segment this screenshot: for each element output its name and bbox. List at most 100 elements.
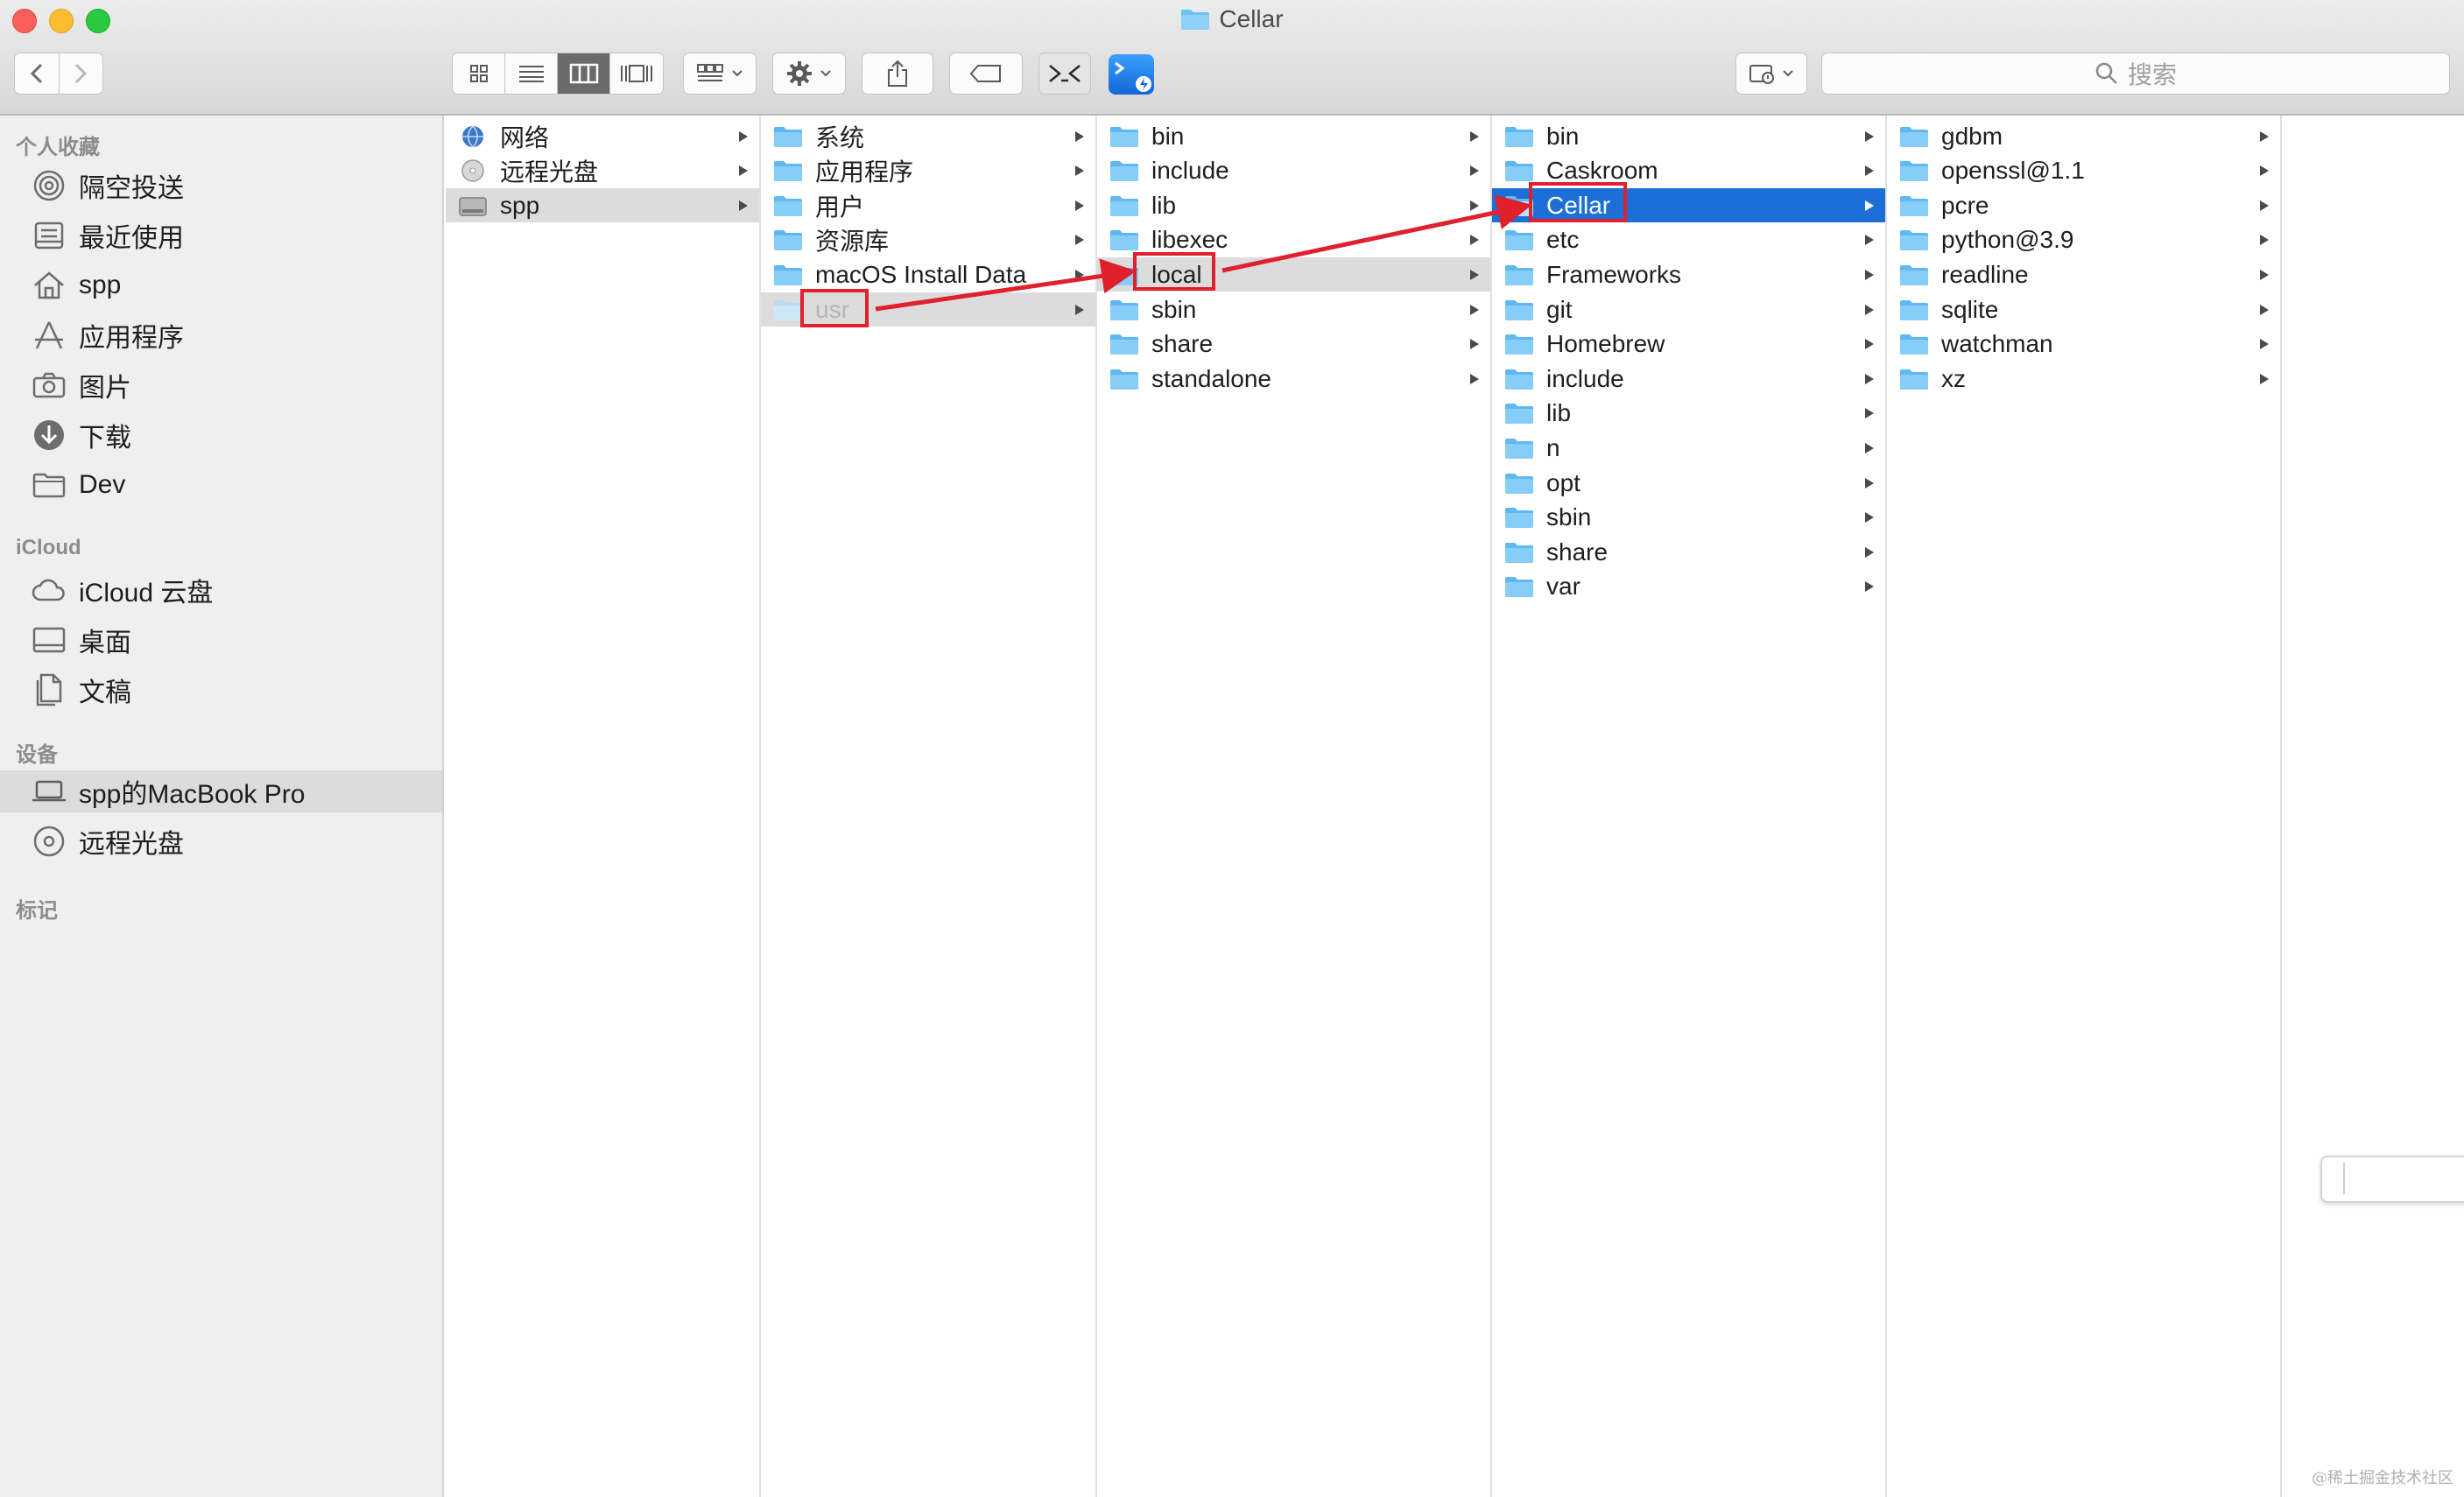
sidebar-item-pictures[interactable]: 图片 bbox=[0, 364, 442, 406]
preview-toggle-button[interactable] bbox=[1735, 53, 1807, 95]
sidebar-item-icloud-drive[interactable]: iCloud 云盘 bbox=[0, 569, 442, 611]
file-item[interactable]: sbin bbox=[1492, 501, 1885, 535]
disclosure-arrow-icon bbox=[2259, 327, 2270, 362]
file-item[interactable]: readline bbox=[1887, 257, 2280, 292]
file-item[interactable]: Homebrew bbox=[1492, 327, 1885, 362]
file-item[interactable]: include bbox=[1097, 154, 1490, 188]
file-item[interactable]: gdbm bbox=[1887, 119, 2280, 153]
sidebar-item-recents[interactable]: 最近使用 bbox=[0, 214, 442, 257]
window-titlebar: Cellar 搜索 bbox=[0, 0, 2464, 116]
file-name: watchman bbox=[1941, 330, 2053, 358]
file-item[interactable]: 网络 bbox=[446, 119, 759, 153]
applications-icon bbox=[32, 318, 67, 353]
disclosure-arrow-icon bbox=[1864, 362, 1875, 396]
folder-icon bbox=[1504, 299, 1534, 321]
folder-icon bbox=[1504, 402, 1534, 425]
gallery-view-button[interactable] bbox=[610, 53, 663, 94]
back-button[interactable] bbox=[15, 53, 60, 94]
file-item[interactable]: spp bbox=[446, 188, 759, 223]
chevron-left-icon bbox=[30, 63, 42, 84]
browser-column[interactable]: bin include lib libexec local sbin share standa… bbox=[1097, 116, 1492, 1497]
disc-icon bbox=[458, 159, 488, 182]
list-view-button[interactable] bbox=[505, 53, 558, 94]
browser-column[interactable]: bin Caskroom Cellar etc Frameworks git Homebre… bbox=[1492, 116, 1887, 1497]
disclosure-arrow-icon bbox=[1864, 188, 1875, 222]
file-name: libexec bbox=[1151, 226, 1228, 254]
group-by-button[interactable] bbox=[683, 53, 757, 95]
file-item[interactable]: bin bbox=[1492, 119, 1885, 153]
recents-icon bbox=[32, 218, 67, 253]
folder-icon bbox=[1504, 368, 1534, 390]
file-item[interactable]: 远程光盘 bbox=[446, 154, 759, 188]
floating-input-box[interactable] bbox=[2320, 1156, 2464, 1203]
icon-view-button[interactable] bbox=[453, 53, 505, 94]
sidebar-item-documents[interactable]: 文稿 bbox=[0, 669, 442, 711]
file-item[interactable]: openssl@1.1 bbox=[1887, 154, 2280, 188]
chevron-down-icon bbox=[1783, 70, 1793, 77]
sidebar-item-applications[interactable]: 应用程序 bbox=[0, 314, 442, 356]
column-view-button[interactable] bbox=[558, 53, 610, 94]
file-name: share bbox=[1151, 330, 1214, 358]
file-item[interactable]: 系统 bbox=[761, 119, 1095, 153]
annotation-box-cellar bbox=[1529, 182, 1627, 222]
download-icon bbox=[32, 418, 67, 453]
file-item[interactable]: python@3.9 bbox=[1887, 223, 2280, 257]
folder-icon bbox=[1504, 228, 1534, 251]
file-item[interactable]: pcre bbox=[1887, 188, 2280, 222]
search-field[interactable]: 搜索 bbox=[1821, 53, 2450, 95]
file-item[interactable]: lib bbox=[1097, 188, 1490, 222]
sidebar-item-downloads[interactable]: 下载 bbox=[0, 414, 442, 456]
file-item[interactable]: 应用程序 bbox=[761, 154, 1095, 188]
sidebar-item-dev[interactable]: Dev bbox=[0, 464, 442, 506]
file-item[interactable]: n bbox=[1492, 431, 1885, 465]
file-item[interactable]: sqlite bbox=[1887, 292, 2280, 327]
file-name: standalone bbox=[1151, 364, 1272, 392]
file-item[interactable]: xz bbox=[1887, 362, 2280, 396]
file-item[interactable]: sbin bbox=[1097, 292, 1490, 327]
disclosure-arrow-icon bbox=[1074, 223, 1085, 257]
file-item[interactable]: standalone bbox=[1097, 362, 1490, 396]
file-item[interactable]: 资源库 bbox=[761, 223, 1095, 257]
sidebar-item-home[interactable]: spp bbox=[0, 264, 442, 306]
chevron-right-icon bbox=[75, 63, 88, 84]
sidebar-item-label: spp bbox=[79, 271, 122, 299]
file-item[interactable]: git bbox=[1492, 292, 1885, 327]
tag-button[interactable] bbox=[949, 53, 1023, 95]
file-item[interactable]: include bbox=[1492, 362, 1885, 396]
file-item[interactable]: lib bbox=[1492, 397, 1885, 431]
folder-icon bbox=[1109, 228, 1139, 251]
folder-icon bbox=[32, 467, 67, 503]
sidebar-item-label: spp的MacBook Pro bbox=[79, 780, 306, 809]
action-button[interactable] bbox=[772, 53, 846, 95]
file-item[interactable]: watchman bbox=[1887, 327, 2280, 362]
file-item[interactable]: Frameworks bbox=[1492, 257, 1885, 292]
file-name: Homebrew bbox=[1546, 330, 1665, 358]
sidebar-item-label: iCloud 云盘 bbox=[79, 579, 214, 608]
share-button[interactable] bbox=[862, 53, 933, 95]
sidebar-item-label: 应用程序 bbox=[79, 324, 184, 353]
file-item[interactable]: opt bbox=[1492, 466, 1885, 500]
powershell-app-icon[interactable] bbox=[1109, 54, 1154, 95]
sidebar-item-airdrop[interactable]: 隔空投送 bbox=[0, 165, 442, 207]
file-item[interactable]: 用户 bbox=[761, 188, 1095, 222]
file-item[interactable]: share bbox=[1492, 535, 1885, 569]
folder-icon bbox=[1899, 299, 1929, 321]
file-item[interactable]: macOS Install Data bbox=[761, 257, 1095, 292]
disclosure-arrow-icon bbox=[738, 154, 749, 188]
terminal-shortcut-button[interactable] bbox=[1038, 53, 1091, 95]
file-item[interactable]: var bbox=[1492, 570, 1885, 604]
folder-icon bbox=[1504, 506, 1534, 529]
sidebar-item-remote-disc[interactable]: 远程光盘 bbox=[0, 820, 442, 862]
file-item[interactable]: etc bbox=[1492, 223, 1885, 257]
sidebar-item-desktop[interactable]: 桌面 bbox=[0, 619, 442, 661]
folder-icon bbox=[1899, 159, 1929, 182]
file-name: 远程光盘 bbox=[500, 158, 599, 186]
file-item[interactable]: bin bbox=[1097, 119, 1490, 153]
browser-column[interactable]: gdbm openssl@1.1 pcre python@3.9 readline sql… bbox=[1887, 116, 2282, 1497]
sidebar-item-macbook[interactable]: spp的MacBook Pro bbox=[0, 770, 442, 812]
file-item[interactable]: share bbox=[1097, 327, 1490, 362]
folder-icon bbox=[1504, 472, 1534, 495]
folder-icon bbox=[1899, 125, 1929, 148]
browser-column[interactable]: 网络远程光盘 spp bbox=[446, 116, 761, 1497]
forward-button[interactable] bbox=[60, 53, 103, 94]
